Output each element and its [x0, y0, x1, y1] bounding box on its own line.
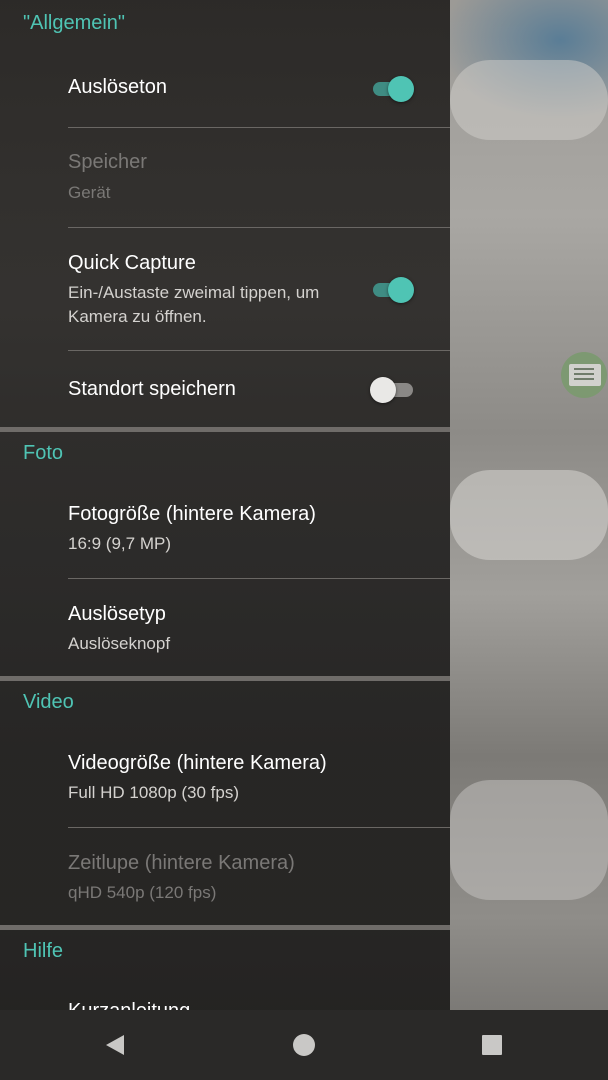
setting-title: Auslösetyp	[68, 603, 166, 625]
setting-title: Videogröße (hintere Kamera)	[68, 752, 327, 774]
divider	[68, 578, 450, 579]
section-header-help: Hilfe	[23, 940, 64, 962]
setting-title: Auslöseton	[68, 76, 167, 98]
divider	[68, 127, 450, 128]
navigation-bar	[0, 1010, 608, 1080]
settings-panel: "Allgemein" Auslöseton Speicher Gerät Qu…	[0, 0, 450, 1010]
shutter-sound-toggle[interactable]	[370, 74, 416, 104]
section-divider	[0, 676, 450, 681]
divider	[68, 227, 450, 228]
section-divider	[0, 925, 450, 930]
divider	[68, 350, 450, 351]
section-header-video: Video	[23, 691, 74, 713]
setting-subtitle: qHD 540p (120 fps)	[68, 883, 217, 902]
setting-subtitle: Full HD 1080p (30 fps)	[68, 783, 240, 802]
back-icon[interactable]	[106, 1035, 124, 1055]
section-header-general: "Allgemein"	[23, 12, 126, 34]
setting-subtitle: 16:9 (9,7 MP)	[68, 534, 171, 553]
setting-title: Quick Capture	[68, 252, 196, 274]
section-header-photo: Foto	[23, 442, 64, 464]
setting-subtitle: Auslöseknopf	[68, 634, 171, 653]
setting-subtitle: Gerät	[68, 183, 111, 202]
setting-title: Kurzanleitung	[68, 1000, 190, 1010]
quick-capture-toggle[interactable]	[370, 275, 416, 305]
setting-title: Speicher	[68, 151, 147, 173]
setting-title: Zeitlupe (hintere Kamera)	[68, 852, 295, 874]
divider	[68, 827, 450, 828]
setting-title: Standort speichern	[68, 378, 236, 400]
document-icon[interactable]	[561, 352, 607, 398]
section-divider	[0, 427, 450, 432]
setting-title: Fotogröße (hintere Kamera)	[68, 503, 316, 525]
recents-icon[interactable]	[482, 1035, 502, 1055]
save-location-toggle[interactable]	[370, 375, 416, 405]
home-icon[interactable]	[293, 1034, 315, 1056]
setting-subtitle: Ein-/Austaste zweimal tippen, um Kamera …	[68, 283, 320, 326]
